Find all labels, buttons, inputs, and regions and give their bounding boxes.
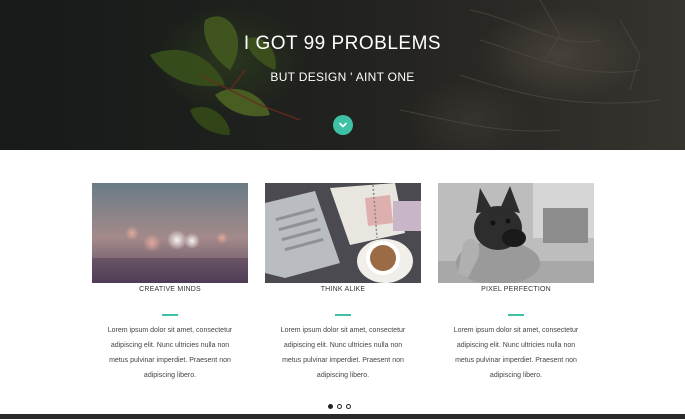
scroll-down-button[interactable]: [333, 115, 353, 135]
feature-divider: [508, 314, 524, 316]
hero-subtitle: BUT DESIGN ' AINT ONE: [270, 70, 415, 84]
creative-minds-image: [92, 183, 248, 283]
think-alike-image: [265, 183, 421, 283]
pixel-perfection-image: [438, 183, 594, 283]
hero-title: I GOT 99 PROBLEMS: [243, 33, 442, 54]
features-section: CREATIVE MINDS Lorem ipsum dolor sit ame…: [92, 183, 594, 383]
feature-title: CREATIVE MINDS: [139, 286, 201, 293]
feature-title: THINK ALIKE: [320, 286, 366, 293]
feature-description: Lorem ipsum dolor sit amet, consectetur …: [453, 327, 579, 379]
feature-card-creative-minds: CREATIVE MINDS Lorem ipsum dolor sit ame…: [92, 183, 248, 379]
carousel-pager: [328, 404, 351, 411]
feature-card-think-alike: THINK ALIKE Lorem ipsum dolor sit amet, …: [265, 183, 421, 379]
footer-bar: [0, 414, 685, 419]
feature-divider: [162, 314, 178, 316]
pager-dot-2[interactable]: [337, 404, 342, 409]
feature-description: Lorem ipsum dolor sit amet, consectetur …: [280, 327, 406, 379]
chevron-down-icon: [339, 122, 347, 128]
hero-banner: I GOT 99 PROBLEMS BUT DESIGN ' AINT ONE: [0, 0, 685, 150]
feature-divider: [335, 314, 351, 316]
pager-dot-1[interactable]: [328, 404, 333, 409]
feature-title: PIXEL PERFECTION: [481, 286, 551, 293]
feature-description: Lorem ipsum dolor sit amet, consectetur …: [107, 327, 233, 379]
feature-card-pixel-perfection: PIXEL PERFECTION Lorem ipsum dolor sit a…: [438, 183, 594, 379]
pager-dot-3[interactable]: [346, 404, 351, 409]
